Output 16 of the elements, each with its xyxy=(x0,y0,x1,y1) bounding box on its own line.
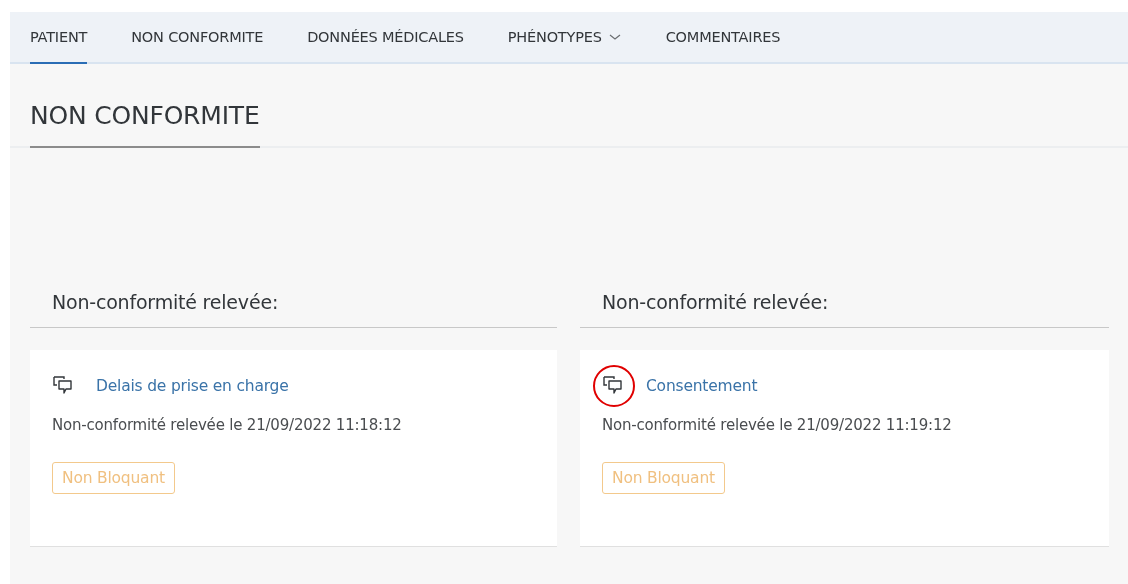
chevron-down-icon xyxy=(607,32,622,42)
detail-text: Non-conformité relevée le 21/09/2022 11:18:12 xyxy=(52,416,403,434)
comment-icon[interactable] xyxy=(593,365,635,407)
detail-text: Non-conformité relevée le 21/09/2022 11:19:12 xyxy=(602,416,953,434)
tab[interactable]: PATIENT xyxy=(30,12,88,64)
nonconformity-link[interactable]: Consentement xyxy=(646,377,758,395)
tab[interactable]: DONNÉES MÉDICALES xyxy=(307,12,464,64)
status-tag: Non Bloquant xyxy=(52,462,175,494)
status-tag: Non Bloquant xyxy=(602,462,725,494)
tab[interactable]: NON CONFORMITE xyxy=(131,12,264,64)
column-heading: Non-conformité relevée: xyxy=(30,291,557,328)
column-heading: Non-conformité relevée: xyxy=(580,291,1109,328)
tab[interactable]: COMMENTAIRES xyxy=(665,12,781,64)
tab[interactable]: PHÉNOTYPES xyxy=(507,12,622,64)
nonconformity-link[interactable]: Delais de prise en charge xyxy=(96,377,289,395)
section-title: NON CONFORMITE xyxy=(30,64,260,148)
